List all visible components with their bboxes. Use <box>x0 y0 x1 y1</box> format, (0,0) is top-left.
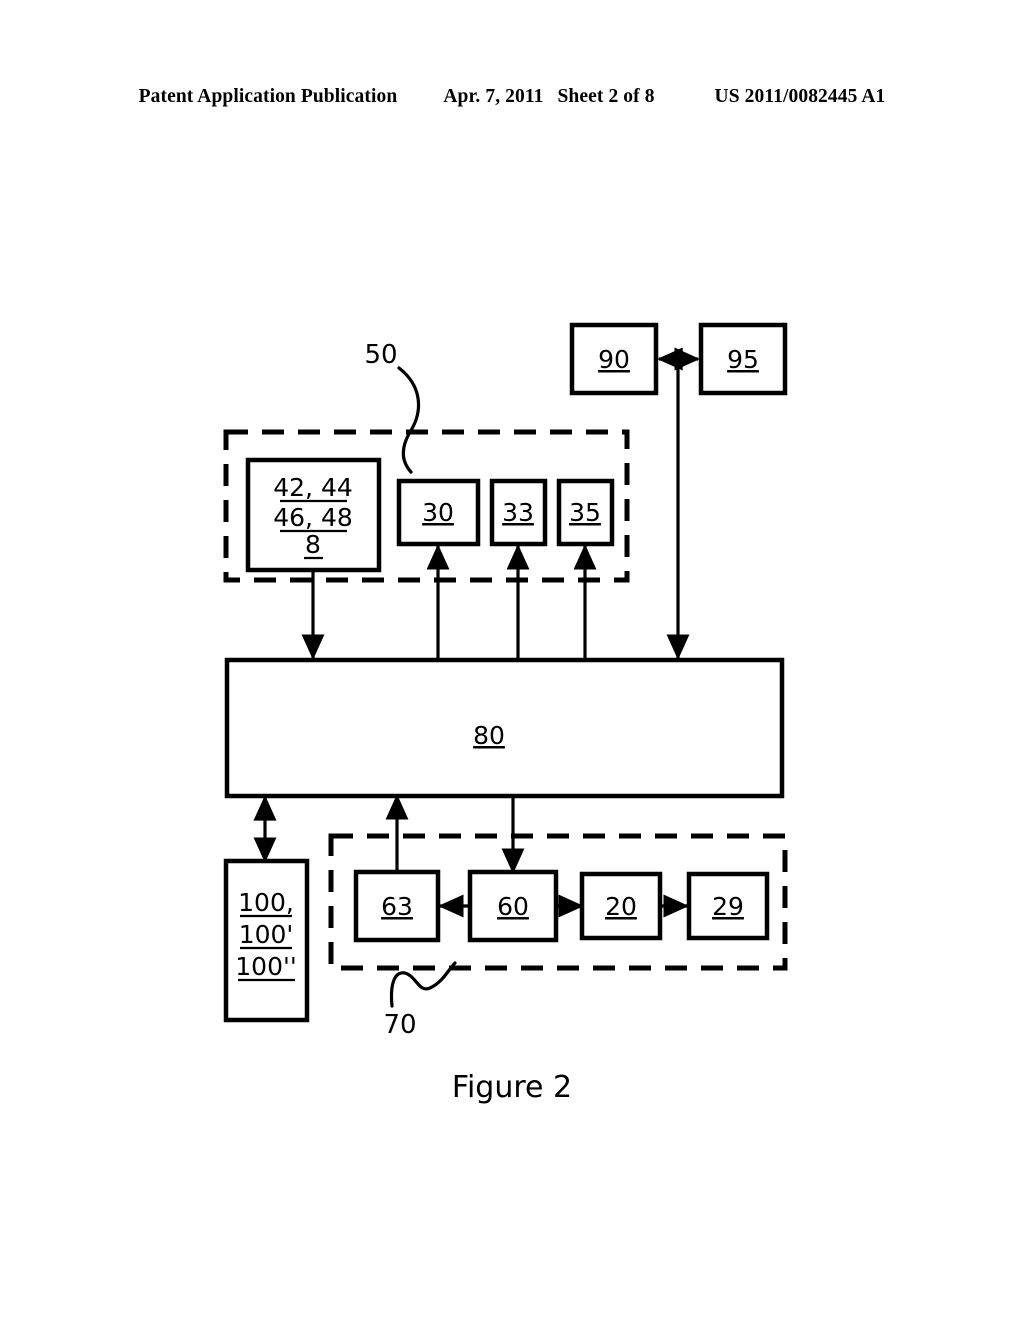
box-29-label: 29 <box>712 892 744 921</box>
group-label-70: 70 <box>383 1010 416 1040</box>
box-30-label: 30 <box>422 498 454 527</box>
box-35-label: 35 <box>569 498 601 527</box>
figure-page: Patent Application Publication Apr. 7, 2… <box>0 0 1024 1320</box>
box-100-line1: 100, <box>238 888 294 917</box>
box-33-label: 33 <box>502 498 534 527</box>
box-80-label: 80 <box>473 721 505 750</box>
box-42-44-line1: 42, 44 <box>273 473 353 502</box>
group-label-50: 50 <box>364 340 397 370</box>
box-20-label: 20 <box>605 892 637 921</box>
box-63-label: 63 <box>381 892 413 921</box>
box-42-44-line3: 8 <box>305 530 321 559</box>
box-100-line2: 100' <box>239 920 294 949</box>
box-95-label: 95 <box>727 345 759 374</box>
box-90-label: 90 <box>598 345 630 374</box>
leader-line-50 <box>397 366 421 474</box>
box-42-44-line2: 46, 48 <box>273 503 353 532</box>
block-diagram: 90 95 42, 44 46, 48 8 30 33 35 80 100, 1… <box>223 322 788 1040</box>
box-60-label: 60 <box>497 892 529 921</box>
figure-caption: Figure 2 <box>451 1070 573 1105</box>
box-100-line3: 100'' <box>235 952 296 981</box>
